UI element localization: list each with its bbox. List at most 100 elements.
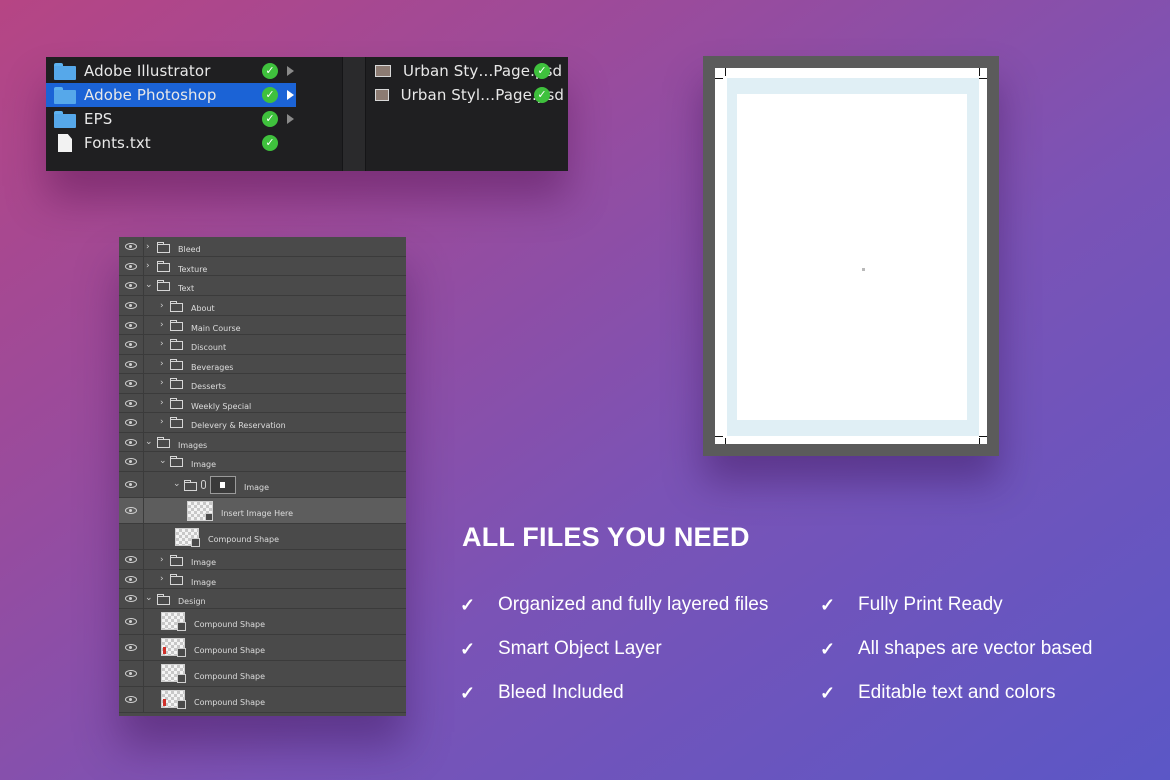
folder-icon [157, 242, 170, 253]
layer-row[interactable]: Compound Shape [119, 609, 406, 635]
layer-row[interactable]: › Bleed [119, 237, 406, 257]
chevron-down-icon[interactable]: ⌄ [145, 281, 153, 290]
feature-label: Bleed Included [498, 682, 624, 703]
layer-row[interactable]: ⌄ Design [119, 589, 406, 609]
finder-item-psd-2[interactable]: Urban Styl…Page.psd ✓ [364, 83, 564, 107]
chevron-right-icon[interactable]: › [160, 575, 164, 584]
link-icon[interactable] [201, 480, 206, 489]
chevron-down-icon[interactable]: ⌄ [145, 594, 153, 603]
visibility-eye-icon[interactable] [125, 263, 137, 270]
layer-row[interactable]: › Desserts [119, 374, 406, 394]
layer-row[interactable]: › Delevery & Reservation [119, 413, 406, 433]
column-divider[interactable] [342, 57, 366, 171]
disclosure-arrow-icon [287, 114, 294, 124]
layer-row[interactable]: › Discount [119, 335, 406, 355]
feature-item: ✓ Fully Print Ready [820, 594, 1003, 616]
visibility-eye-icon[interactable] [125, 595, 137, 602]
layer-row[interactable]: Compound Shape [119, 687, 406, 713]
chevron-right-icon[interactable]: › [160, 340, 164, 349]
layer-row[interactable]: › Image [119, 570, 406, 589]
visibility-eye-icon[interactable] [125, 341, 137, 348]
visibility-eye-icon[interactable] [125, 458, 137, 465]
feature-label: Organized and fully layered files [498, 594, 769, 615]
layer-name: Main Course [191, 324, 241, 333]
visibility-eye-icon[interactable] [125, 556, 137, 563]
layer-name: Weekly Special [191, 402, 252, 411]
visibility-eye-icon[interactable] [125, 439, 137, 446]
finder-column-1: Adobe Illustrator ✓ Adobe Photoshop ✓ EP… [46, 57, 298, 171]
finder-item-adobe-photoshop[interactable]: Adobe Photoshop ✓ [46, 83, 296, 107]
green-check-icon: ✓ [262, 87, 278, 103]
finder-item-label: EPS [84, 110, 113, 128]
folder-icon [170, 301, 183, 312]
layer-row[interactable]: ⌄ Text [119, 276, 406, 296]
visibility-eye-icon[interactable] [125, 243, 137, 250]
layer-row[interactable]: › Image [119, 550, 406, 570]
finder-item-eps[interactable]: EPS ✓ [46, 107, 296, 131]
chevron-down-icon[interactable]: ⌄ [159, 457, 167, 466]
chevron-right-icon[interactable]: › [160, 321, 164, 330]
finder-column-2: Urban Sty…Page.psd ✓ Urban Styl…Page.psd… [364, 57, 568, 171]
chevron-down-icon[interactable]: ⌄ [145, 438, 153, 447]
visibility-eye-icon[interactable] [125, 576, 137, 583]
layer-row[interactable]: Compound Shape [119, 635, 406, 661]
visibility-eye-icon[interactable] [125, 400, 137, 407]
layer-row[interactable]: › Beverages [119, 355, 406, 374]
finder-item-adobe-illustrator[interactable]: Adobe Illustrator ✓ [46, 59, 296, 83]
visibility-eye-icon[interactable] [125, 361, 137, 368]
layer-name: Texture [178, 265, 208, 274]
feature-label: Fully Print Ready [858, 594, 1003, 615]
open-folder-icon [170, 456, 183, 467]
visibility-eye-icon[interactable] [125, 282, 137, 289]
chevron-right-icon[interactable]: › [160, 379, 164, 388]
chevron-right-icon[interactable]: › [146, 243, 150, 252]
green-check-icon: ✓ [262, 63, 278, 79]
finder-item-psd-1[interactable]: Urban Sty…Page.psd ✓ [364, 59, 564, 83]
visibility-eye-icon[interactable] [125, 302, 137, 309]
chevron-right-icon[interactable]: › [160, 360, 164, 369]
open-folder-icon [157, 437, 170, 448]
layer-name: Desserts [191, 382, 226, 391]
chevron-right-icon[interactable]: › [160, 399, 164, 408]
layer-name: Beverages [191, 363, 234, 372]
folder-icon [54, 110, 76, 128]
visibility-eye-icon[interactable] [125, 618, 137, 625]
psd-file-icon [375, 65, 391, 77]
layer-name: Design [178, 597, 206, 606]
disclosure-arrow-icon [287, 66, 294, 76]
layer-row[interactable]: Compound Shape [119, 661, 406, 687]
layer-row[interactable]: Compound Shape [119, 524, 406, 550]
green-check-icon: ✓ [534, 87, 550, 103]
chevron-right-icon[interactable]: › [160, 418, 164, 427]
checkmark-icon: ✓ [460, 682, 476, 703]
layer-mask-thumbnail[interactable] [210, 476, 236, 494]
layer-row[interactable]: ⌄ Images [119, 433, 406, 452]
layer-row[interactable]: › Weekly Special [119, 394, 406, 413]
finder-item-fonts-txt[interactable]: Fonts.txt ✓ [46, 131, 296, 155]
visibility-eye-icon[interactable] [125, 481, 137, 488]
crop-mark [979, 68, 980, 76]
chevron-right-icon[interactable]: › [160, 556, 164, 565]
layer-row[interactable]: › About [119, 296, 406, 316]
layer-row[interactable]: › Main Course [119, 316, 406, 335]
visibility-eye-icon[interactable] [125, 380, 137, 387]
chevron-right-icon[interactable]: › [160, 302, 164, 311]
visibility-eye-icon[interactable] [125, 419, 137, 426]
checkmark-icon: ✓ [460, 638, 476, 659]
visibility-eye-icon[interactable] [125, 507, 137, 514]
features-title: ALL FILES YOU NEED [462, 522, 750, 552]
crop-mark [725, 438, 726, 444]
visibility-eye-icon[interactable] [125, 644, 137, 651]
layer-name: Compound Shape [208, 535, 280, 544]
visibility-eye-icon[interactable] [125, 696, 137, 703]
layer-row[interactable]: › Texture [119, 257, 406, 276]
layer-row-selected[interactable]: Insert Image Here [119, 498, 406, 524]
layer-row[interactable]: ⌄ Image [119, 452, 406, 472]
chevron-right-icon[interactable]: › [146, 262, 150, 271]
visibility-eye-icon[interactable] [125, 322, 137, 329]
layer-row[interactable]: ⌄ Image [119, 472, 406, 498]
layer-name: Images [178, 441, 208, 450]
feature-item: ✓ Bleed Included [460, 682, 624, 704]
visibility-eye-icon[interactable] [125, 670, 137, 677]
chevron-down-icon[interactable]: ⌄ [173, 480, 181, 489]
